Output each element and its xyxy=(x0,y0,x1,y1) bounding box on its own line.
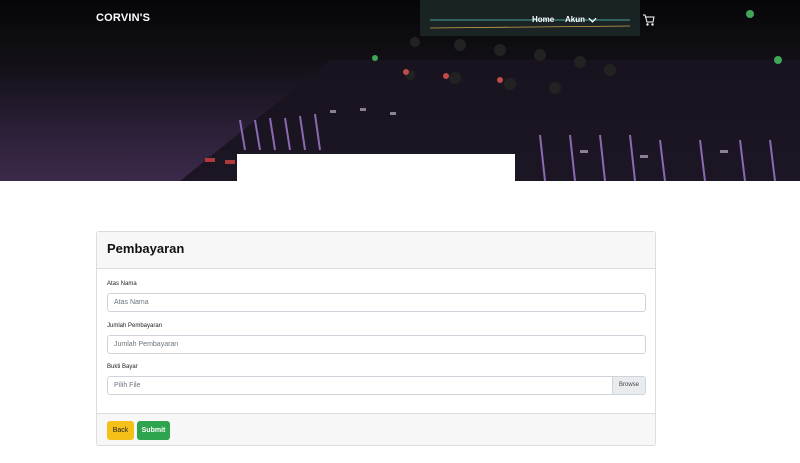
page-title: Pembayaran xyxy=(107,241,185,256)
name-label: Atas Nama xyxy=(107,281,137,287)
card-footer: Back Submit xyxy=(97,413,655,445)
proof-label: Bukti Bayar xyxy=(107,364,138,370)
file-placeholder: Pilih File xyxy=(114,382,141,389)
nav-account-dropdown[interactable]: Akun xyxy=(565,15,597,24)
payment-card: Pembayaran Atas Nama Atas Nama Jumlah Pe… xyxy=(96,231,656,446)
brand-logo[interactable]: CORVIN'S xyxy=(96,12,150,24)
name-input[interactable]: Atas Nama xyxy=(107,293,646,312)
chevron-down-icon xyxy=(588,17,597,23)
submit-button[interactable]: Submit xyxy=(137,421,170,440)
back-button[interactable]: Back xyxy=(107,421,134,440)
nav-account-label: Akun xyxy=(565,15,585,24)
cart-icon[interactable] xyxy=(642,13,656,27)
proof-file-input[interactable]: Pilih File Browse xyxy=(107,376,646,395)
hero-banner: CORVIN'S Home Akun xyxy=(0,0,800,181)
hero-white-tab xyxy=(237,154,515,181)
card-header: Pembayaran xyxy=(97,232,655,269)
nav-home-link[interactable]: Home xyxy=(532,15,554,24)
amount-label: Jumlah Pembayaran xyxy=(107,323,163,329)
card-body: Atas Nama Atas Nama Jumlah Pembayaran Ju… xyxy=(97,269,655,413)
browse-button[interactable]: Browse xyxy=(612,377,645,394)
amount-input[interactable]: Jumlah Pembayaran xyxy=(107,335,646,354)
